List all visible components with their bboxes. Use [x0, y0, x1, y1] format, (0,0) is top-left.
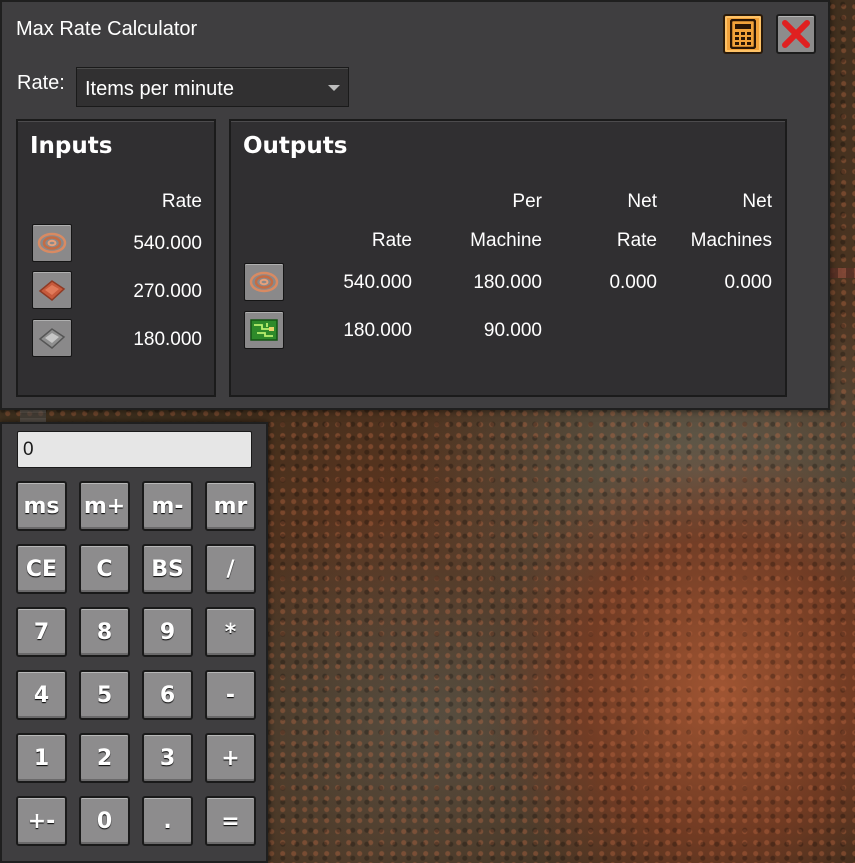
inputs-panel: Inputs Rate 540.000 270.000 180.000: [16, 119, 216, 397]
key-subtract[interactable]: -: [205, 670, 256, 720]
key-0[interactable]: 0: [79, 796, 130, 846]
output-per-machine-value: 90.000: [483, 320, 542, 341]
key-6[interactable]: 6: [142, 670, 193, 720]
key-7[interactable]: 7: [16, 607, 67, 657]
output-item-button[interactable]: [244, 263, 284, 301]
key-multiply[interactable]: *: [205, 607, 256, 657]
window-title: Max Rate Calculator: [16, 18, 198, 40]
key-mr[interactable]: mr: [205, 481, 256, 531]
outputs-header-per: Per: [512, 191, 542, 212]
outputs-header-net-rate-line1: Net: [627, 191, 657, 212]
key-m-plus[interactable]: m+: [79, 481, 130, 531]
copper-cable-icon: [249, 271, 279, 293]
calculator-button[interactable]: [723, 14, 763, 54]
key-ms[interactable]: ms: [16, 481, 67, 531]
output-item-button[interactable]: [244, 311, 284, 349]
electronic-circuit-icon: [250, 319, 278, 341]
output-rate-value: 180.000: [343, 320, 412, 341]
key-divide[interactable]: /: [205, 544, 256, 594]
key-equals[interactable]: =: [205, 796, 256, 846]
outputs-header-net-rate-line2: Rate: [616, 230, 657, 251]
rate-dropdown[interactable]: Items per minute: [76, 67, 349, 107]
chevron-down-icon: [328, 85, 340, 91]
output-net-machines-value: 0.000: [724, 272, 772, 293]
input-item-button[interactable]: [32, 319, 72, 357]
input-item-button[interactable]: [32, 271, 72, 309]
key-2[interactable]: 2: [79, 733, 130, 783]
key-ce[interactable]: CE: [16, 544, 67, 594]
key-add[interactable]: +: [205, 733, 256, 783]
calculator-window: 0 ms m+ m- mr CE C BS / 7 8 9 * 4 5 6 - …: [0, 422, 268, 863]
output-rate-value: 540.000: [343, 272, 412, 293]
output-net-rate-value: 0.000: [609, 272, 657, 293]
close-icon: [782, 20, 810, 48]
input-rate-value: 180.000: [133, 329, 202, 350]
key-bs[interactable]: BS: [142, 544, 193, 594]
copper-cable-icon: [37, 232, 67, 254]
input-rate-value: 270.000: [133, 281, 202, 302]
outputs-header-net-machines-line1: Net: [742, 191, 772, 212]
key-4[interactable]: 4: [16, 670, 67, 720]
outputs-header-rate: Rate: [371, 230, 412, 251]
key-3[interactable]: 3: [142, 733, 193, 783]
key-1[interactable]: 1: [16, 733, 67, 783]
input-rate-value: 540.000: [133, 233, 202, 254]
key-9[interactable]: 9: [142, 607, 193, 657]
outputs-title: Outputs: [243, 133, 348, 159]
inputs-title: Inputs: [30, 133, 113, 159]
copper-plate-icon: [38, 280, 66, 301]
key-c[interactable]: C: [79, 544, 130, 594]
rate-dropdown-value: Items per minute: [85, 78, 234, 100]
key-m-minus[interactable]: m-: [142, 481, 193, 531]
output-per-machine-value: 180.000: [473, 272, 542, 293]
outputs-panel: Outputs Rate Per Machine Net Rate Net Ma…: [229, 119, 787, 397]
outputs-header-machine: Machine: [470, 230, 542, 251]
iron-plate-icon: [38, 328, 66, 349]
close-button[interactable]: [776, 14, 816, 54]
outputs-header-net-machines-line2: Machines: [690, 230, 772, 251]
rate-label: Rate:: [17, 72, 65, 94]
key-negate[interactable]: +-: [16, 796, 67, 846]
key-5[interactable]: 5: [79, 670, 130, 720]
calculator-display[interactable]: 0: [17, 431, 252, 468]
key-8[interactable]: 8: [79, 607, 130, 657]
calculator-icon: [730, 19, 756, 49]
key-decimal[interactable]: .: [142, 796, 193, 846]
input-item-button[interactable]: [32, 224, 72, 262]
inputs-header-rate: Rate: [161, 191, 202, 212]
max-rate-calculator-window: Max Rate Calculator Rate: Items per minu…: [0, 0, 830, 410]
